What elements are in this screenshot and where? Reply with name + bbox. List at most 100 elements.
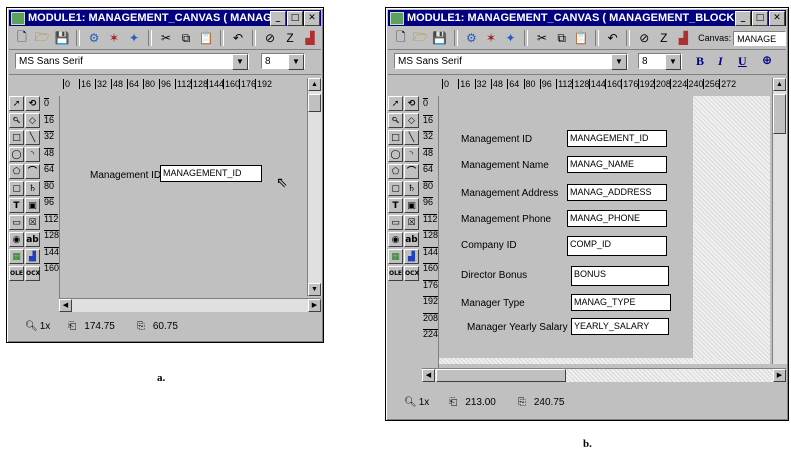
chart-icon[interactable]: ▟ [404,249,419,264]
debug-icon[interactable]: ✦ [125,30,143,47]
compile-icon[interactable]: ✶ [482,30,500,47]
minimize-button[interactable]: _ [270,11,286,26]
cut-icon[interactable]: ✂ [533,30,551,47]
ellipse-icon[interactable]: ◯ [388,147,403,162]
arrow-icon[interactable]: ➚ [9,96,24,111]
no-symbol-icon[interactable]: ⊘ [635,30,653,47]
close-button[interactable]: ✕ [304,11,320,26]
text-item[interactable]: MANAG_TYPE [571,294,671,311]
undo-icon[interactable]: ↶ [229,30,247,47]
ole-icon[interactable]: OLE [9,266,24,281]
ocx-icon[interactable]: OCX [25,266,40,281]
chevron-down-icon[interactable]: ▼ [665,54,681,70]
button-icon[interactable]: ▭ [9,215,24,230]
magnify-icon[interactable]: 🔍︎ [388,113,403,128]
textitem-icon[interactable]: ab [25,232,40,247]
scroll-thumb[interactable] [436,369,566,382]
chevron-down-icon[interactable]: ▼ [232,54,248,70]
vertical-scrollbar[interactable]: ▲ [772,78,787,364]
scroll-down-button[interactable]: ▼ [308,283,321,296]
rectangle-icon[interactable]: □ [9,130,24,145]
text-icon[interactable]: T [9,198,24,213]
checkbox-icon[interactable]: ☒ [404,215,419,230]
font-size-select[interactable]: 8 ▼ [638,53,682,70]
scroll-thumb[interactable] [773,94,786,134]
chart-wizard-icon[interactable]: ▟ [301,30,319,47]
font-name-select[interactable]: MS Sans Serif ▼ [394,53,628,70]
copy-icon[interactable]: ⧉ [177,30,195,47]
horizontal-scrollbar[interactable]: ◀ ▶ [59,298,321,312]
no-symbol-icon[interactable]: ⊘ [261,30,279,47]
title-bar[interactable]: MODULE1: MANAGEMENT_CANVAS ( MANAG... _ … [9,10,321,26]
canvas-select[interactable]: MANAGE [733,30,786,46]
polyline-icon[interactable]: ⌒ [25,164,40,179]
radio-icon[interactable]: ◉ [388,232,403,247]
polygon-icon[interactable]: ⬠ [388,164,403,179]
ole-icon[interactable]: OLE [388,266,403,281]
font-name-select[interactable]: MS Sans Serif ▼ [15,53,249,70]
arrow-icon[interactable]: ➚ [388,96,403,111]
chart-wizard-icon[interactable]: ▟ [675,30,693,47]
image-icon[interactable]: ▦ [388,249,403,264]
text-icon[interactable]: T [388,198,403,213]
maximize-button[interactable]: □ [752,11,768,26]
text-item[interactable]: BONUS [571,266,669,286]
zoom-icon[interactable]: 🔍︎ [25,321,38,332]
run-icon[interactable]: ⚙ [85,30,103,47]
window-app-icon[interactable] [390,12,404,25]
rotate-icon[interactable]: ⟲ [25,96,40,111]
text-item[interactable]: MANAG_ADDRESS [567,184,667,201]
textitem-icon[interactable]: ab [404,232,419,247]
freehand-icon[interactable]: ♄ [25,181,40,196]
italic-button[interactable]: I [718,54,723,69]
magnify-icon[interactable]: 🔍︎ [9,113,24,128]
close-button[interactable]: ✕ [769,11,785,26]
new-file-icon[interactable]: 🗋 [392,30,410,47]
font-style-icon[interactable]: Z [281,30,299,47]
frame-icon[interactable]: ▣ [25,198,40,213]
compile-icon[interactable]: ✶ [105,30,123,47]
new-file-icon[interactable]: 🗋 [13,30,31,47]
text-item[interactable]: MANAG_NAME [567,156,667,173]
button-icon[interactable]: ▭ [388,215,403,230]
save-icon[interactable]: 💾 [431,30,449,47]
polyline-icon[interactable]: ⌒ [404,164,419,179]
layout-canvas[interactable]: Management ID MANAGEMENT_ID Management Nam… [439,96,770,364]
chart-icon[interactable]: ▟ [25,249,40,264]
zoom-icon[interactable]: 🔍︎ [404,397,417,408]
rotate-icon[interactable]: ⟲ [404,96,419,111]
scroll-thumb[interactable] [308,94,321,112]
reshape-icon[interactable]: ◇ [404,113,419,128]
text-item[interactable]: COMP_ID [567,236,667,256]
font-style-icon[interactable]: Z [655,30,673,47]
paste-icon[interactable]: 📋 [572,30,590,47]
chevron-down-icon[interactable]: ▼ [611,54,627,70]
scroll-left-button[interactable]: ◀ [422,369,435,382]
add-icon[interactable]: ⊕ [762,53,772,67]
open-folder-icon[interactable]: 🗁 [412,30,430,47]
debug-icon[interactable]: ✦ [502,30,520,47]
scroll-up-button[interactable]: ▲ [308,78,321,91]
undo-icon[interactable]: ↶ [604,30,622,47]
frame-icon[interactable]: ▣ [404,198,419,213]
text-item[interactable]: MANAGEMENT_ID [567,130,667,147]
reshape-icon[interactable]: ◇ [25,113,40,128]
scroll-left-button[interactable]: ◀ [59,299,72,312]
scroll-up-button[interactable]: ▲ [773,78,786,91]
arc-icon[interactable]: ◝ [404,147,419,162]
rectangle-icon[interactable]: □ [388,130,403,145]
save-icon[interactable]: 💾 [53,30,71,47]
run-icon[interactable]: ⚙ [463,30,481,47]
layout-canvas[interactable]: Management ID MANAGEMENT_ID ⇖ [60,96,306,296]
text-item-management-id[interactable]: MANAGEMENT_ID [160,165,262,182]
radio-icon[interactable]: ◉ [9,232,24,247]
open-folder-icon[interactable]: 🗁 [33,30,51,47]
polygon-icon[interactable]: ⬠ [9,164,24,179]
rounded-rect-icon[interactable]: ▢ [9,181,24,196]
cut-icon[interactable]: ✂ [157,30,175,47]
image-icon[interactable]: ▦ [9,249,24,264]
rounded-rect-icon[interactable]: ▢ [388,181,403,196]
window-app-icon[interactable] [11,12,25,25]
line-icon[interactable]: ╲ [404,130,419,145]
title-bar[interactable]: MODULE1: MANAGEMENT_CANVAS ( MANAGEMENT_… [388,10,786,26]
